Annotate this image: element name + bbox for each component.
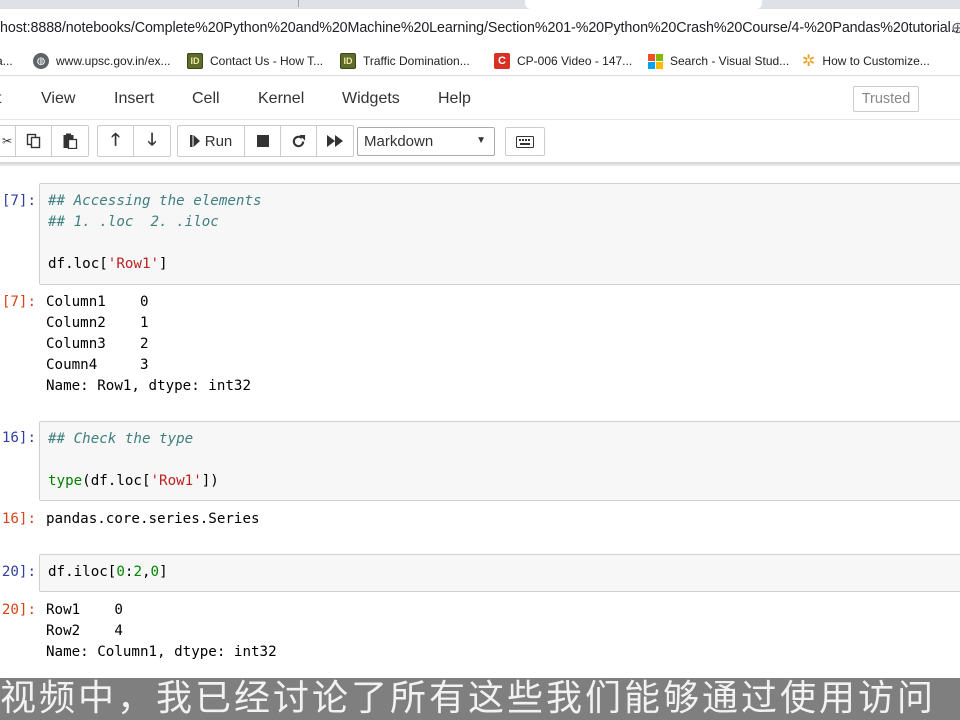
output-prompt: 16]: [1, 511, 36, 527]
arrow-down-icon: 🡓 [147, 129, 157, 149]
url-text[interactable]: host:8888/notebooks/Complete%20Python%20… [0, 20, 960, 36]
code-cell-input[interactable]: ## Accessing the elements ## 1. .loc 2. … [39, 183, 960, 285]
bookmark-label: Search - Visual Stud... [670, 54, 790, 68]
bookmark-item[interactable]: a... [0, 51, 13, 71]
arrow-up-icon: 🡑 [111, 129, 120, 149]
output-prompt: [7]: [1, 294, 36, 310]
output-line: Name: Column1, dtype: int32 [46, 644, 277, 660]
dropdown-caret-icon: ▼ [476, 135, 486, 146]
restart-run-all-button[interactable] [317, 126, 353, 156]
trusted-indicator[interactable]: Trusted [853, 86, 919, 112]
menu-view[interactable]: View [41, 90, 75, 108]
bookmarks-bar: a... ◍ www.upsc.gov.in/ex... ID Contact … [0, 46, 960, 76]
bookmark-item[interactable]: Search - Visual Stud... [648, 51, 789, 71]
output-line: Column2 1 [46, 315, 149, 331]
move-down-button[interactable]: 🡓 [134, 126, 170, 156]
fast-forward-icon [326, 135, 343, 147]
cell-type-value: Markdown [364, 133, 434, 150]
keyboard-icon [516, 135, 534, 148]
input-prompt: 16]: [1, 430, 36, 446]
globe-icon: ◍ [33, 53, 49, 69]
interrupt-button[interactable] [245, 126, 281, 156]
address-bar[interactable]: host:8888/notebooks/Complete%20Python%20… [0, 9, 960, 46]
output-line: Name: Row1, dtype: int32 [46, 378, 251, 394]
code-line: ## 1. .loc 2. .iloc [48, 214, 219, 230]
active-browser-tab[interactable] [525, 0, 762, 9]
move-button-group: 🡑 🡓 [97, 125, 171, 157]
code-cell-input[interactable]: df.iloc[0:2,0] [39, 554, 960, 592]
video-subtitle-bar: 视频中，我已经讨论了所有这些我们能够通过使用访问 [0, 678, 960, 720]
code-line: ## Accessing the elements [48, 193, 262, 209]
id-icon: ID [187, 53, 203, 69]
bookmark-item[interactable]: ID Traffic Domination... [340, 51, 470, 71]
notebook-toolbar: ✂ 🡑 🡓 Run Markdown ▼ [0, 120, 960, 164]
run-label: Run [204, 132, 233, 150]
code-line: ## Check the type [48, 431, 194, 447]
bookmark-item[interactable]: ✲ How to Customize... [802, 51, 930, 71]
refresh-icon [292, 134, 306, 147]
output-line: Column1 0 [46, 294, 149, 310]
notebook-menubar: t View Insert Cell Kernel Widgets Help T… [0, 76, 960, 120]
run-button-group: Run [177, 125, 354, 157]
input-prompt: 20]: [1, 564, 36, 580]
menu-kernel[interactable]: Kernel [258, 90, 304, 108]
microsoft-icon [648, 53, 663, 69]
step-forward-icon [189, 135, 200, 147]
tab-separator [298, 0, 299, 7]
bookmark-item[interactable]: ID Contact Us - How T... [187, 51, 323, 71]
scissors-icon: ✂ [1, 134, 13, 148]
input-prompt: [7]: [1, 193, 36, 209]
output-line: Column3 2 [46, 336, 149, 352]
menu-edit[interactable]: t [0, 90, 1, 108]
cell-type-select[interactable]: Markdown ▼ [357, 127, 495, 156]
menu-widgets[interactable]: Widgets [342, 90, 400, 108]
bookmark-label: Traffic Domination... [363, 54, 470, 68]
notebook-area[interactable]: [7]: ## Accessing the elements ## 1. .lo… [0, 166, 960, 678]
output-line: Row1 0 [46, 602, 123, 618]
menu-cell[interactable]: Cell [192, 90, 220, 108]
output-line: Coumn4 3 [46, 357, 149, 373]
id-icon: ID [340, 53, 356, 69]
bookmark-label: a... [0, 54, 13, 68]
bookmark-label: Contact Us - How T... [210, 54, 324, 68]
c-icon: C [494, 53, 510, 69]
code-line: df.iloc[0:2,0] [48, 564, 168, 580]
paste-button[interactable] [52, 126, 88, 156]
browser-tab-strip [0, 0, 960, 9]
command-palette-button[interactable] [505, 127, 545, 156]
restart-button[interactable] [281, 126, 317, 156]
subtitle-text: 视频中，我已经讨论了所有这些我们能够通过使用访问 [0, 678, 937, 719]
extension-icon[interactable]: ⊕ [951, 18, 960, 38]
bookmark-item[interactable]: C CP-006 Video - 147... [494, 51, 632, 71]
output-line: Row2 4 [46, 623, 123, 639]
menu-help[interactable]: Help [438, 90, 471, 108]
bookmark-label: How to Customize... [822, 54, 930, 68]
paste-icon [63, 133, 78, 149]
copy-button[interactable] [16, 126, 52, 156]
run-button[interactable]: Run [178, 126, 245, 156]
code-line: df.loc['Row1'] [48, 256, 168, 272]
gear-icon: ✲ [802, 53, 816, 70]
bookmark-label: www.upsc.gov.in/ex... [56, 54, 171, 68]
clipboard-button-group: ✂ [0, 125, 89, 157]
cut-button[interactable]: ✂ [0, 126, 16, 156]
bookmark-item[interactable]: ◍ www.upsc.gov.in/ex... [33, 51, 171, 71]
output-line: pandas.core.series.Series [46, 511, 260, 527]
move-up-button[interactable]: 🡑 [98, 126, 134, 156]
copy-icon [26, 133, 40, 149]
stop-icon [256, 135, 269, 147]
output-prompt: 20]: [1, 602, 36, 618]
code-line: type(df.loc['Row1']) [48, 473, 219, 489]
menu-insert[interactable]: Insert [114, 90, 154, 108]
code-cell-input[interactable]: ## Check the type type(df.loc['Row1']) [39, 421, 960, 501]
bookmark-label: CP-006 Video - 147... [517, 54, 633, 68]
